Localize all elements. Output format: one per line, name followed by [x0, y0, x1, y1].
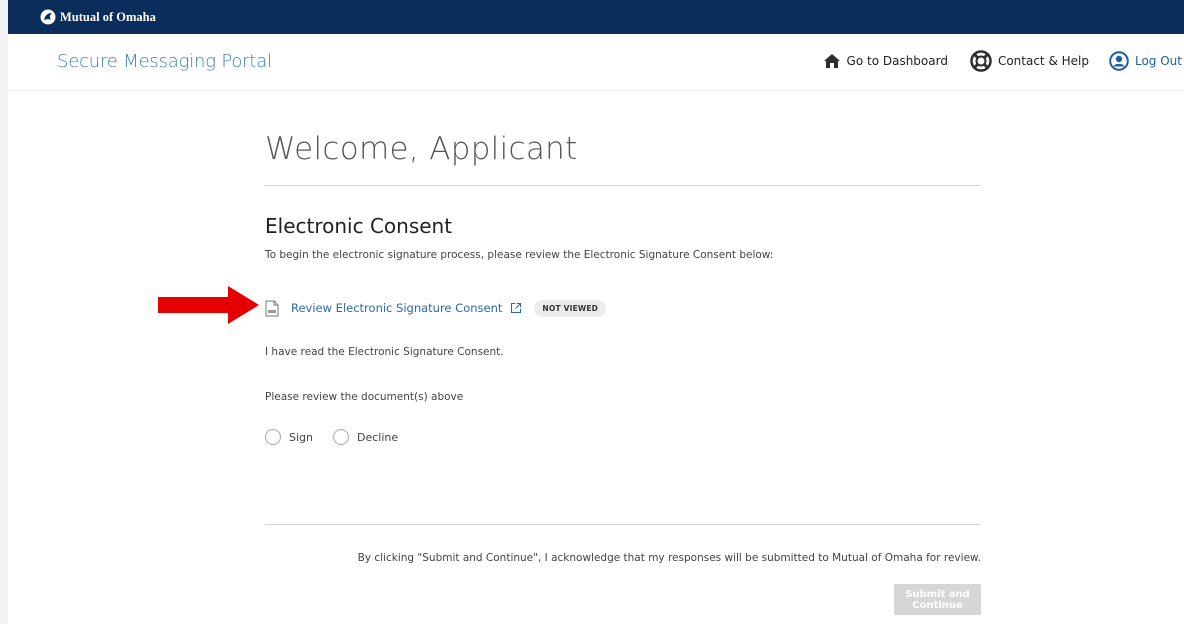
welcome-heading: Welcome, Applicant — [265, 131, 578, 167]
page: Mutual of Omaha Secure Messaging Portal … — [8, 0, 1184, 624]
sign-radio[interactable] — [265, 429, 281, 445]
decline-label: Decline — [357, 430, 399, 444]
red-arrow-icon — [158, 286, 259, 324]
document-row: Review Electronic Signature Consent NOT … — [265, 297, 607, 319]
decline-option[interactable]: Decline — [333, 429, 398, 445]
go-to-dashboard-link[interactable]: Go to Dashboard — [823, 53, 948, 69]
review-consent-link[interactable]: Review Electronic Signature Consent — [291, 301, 502, 315]
signature-options: Sign Decline — [265, 429, 398, 445]
top-divider — [265, 185, 981, 186]
sign-label: Sign — [289, 430, 313, 444]
lifebuoy-icon — [970, 50, 992, 72]
section-title: Electronic Consent — [265, 214, 453, 238]
home-icon — [823, 54, 840, 68]
sign-option[interactable]: Sign — [265, 429, 313, 445]
document-icon — [265, 300, 279, 316]
brand-name: Mutual of Omaha — [60, 9, 156, 24]
contact-label: Contact & Help — [997, 54, 1089, 68]
log-out-link[interactable]: Log Out — [1109, 51, 1182, 71]
brand-logo[interactable]: Mutual of Omaha — [40, 8, 156, 26]
submit-continue-button[interactable]: Submit and Continue — [894, 584, 981, 615]
portal-title: Secure Messaging Portal — [57, 51, 272, 72]
brand-bar: Mutual of Omaha — [8, 0, 1184, 34]
acknowledgement-text: By clicking "Submit and Continue", I ack… — [357, 552, 981, 564]
decline-radio[interactable] — [333, 429, 349, 445]
external-link-icon[interactable] — [510, 302, 522, 314]
header: Secure Messaging Portal Go to Dashboard … — [8, 34, 1184, 91]
logout-label: Log Out — [1134, 54, 1182, 68]
user-circle-icon — [1109, 51, 1129, 71]
read-statement: I have read the Electronic Signature Con… — [265, 346, 504, 358]
brand-emblem-icon — [40, 9, 56, 25]
review-prompt: Please review the document(s) above — [265, 391, 464, 403]
dashboard-label: Go to Dashboard — [846, 54, 948, 68]
header-nav: Go to Dashboard Contact & Help Log Out — [823, 50, 1182, 72]
contact-help-link[interactable]: Contact & Help — [970, 50, 1089, 72]
status-badge: NOT VIEWED — [534, 299, 607, 317]
intro-text: To begin the electronic signature proces… — [265, 249, 774, 261]
bottom-divider — [265, 524, 981, 525]
